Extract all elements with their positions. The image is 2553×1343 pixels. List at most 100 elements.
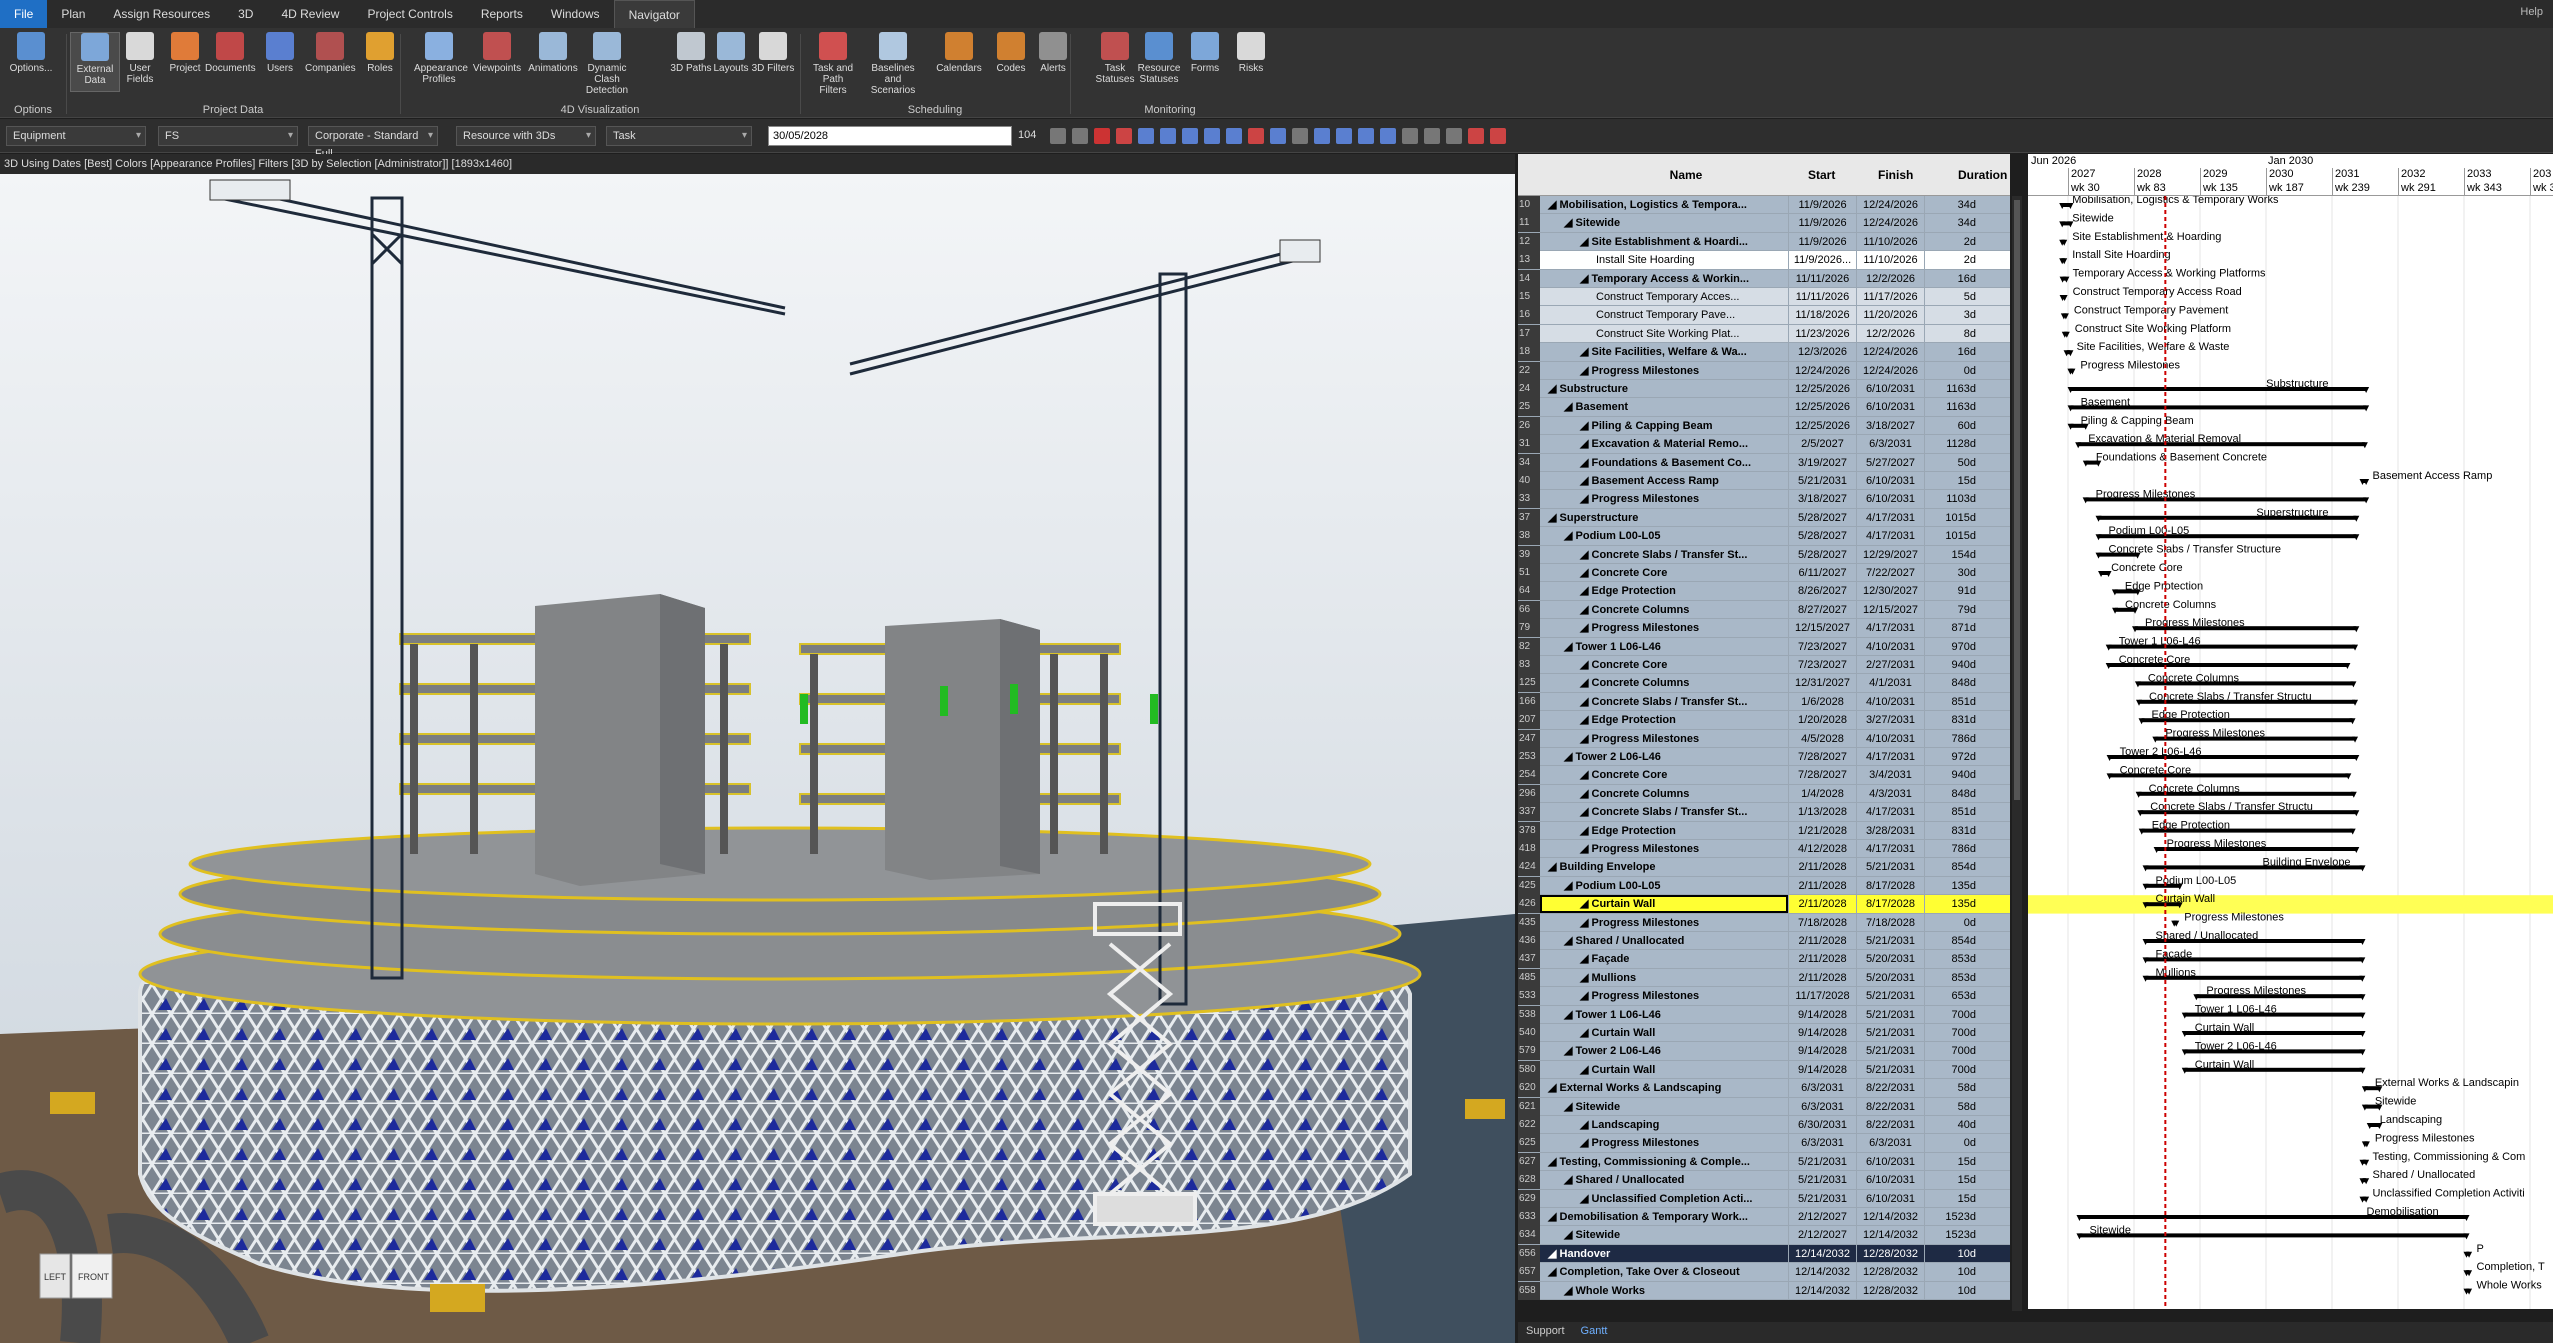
table-row[interactable]: 64 ◢ Edge Protection 8/26/2027 12/30/2027 91… bbox=[1518, 582, 2010, 601]
task-name[interactable]: ◢ Tower 1 L06-L46 bbox=[1540, 1006, 1788, 1024]
task-name[interactable]: ◢ Façade bbox=[1540, 950, 1788, 968]
task-name[interactable]: ◢ Concrete Core bbox=[1540, 564, 1788, 582]
range-icon[interactable] bbox=[1336, 128, 1352, 144]
info-icon[interactable] bbox=[1358, 128, 1374, 144]
task-name[interactable]: ◢ Progress Milestones bbox=[1540, 490, 1788, 508]
task-name[interactable]: ◢ Podium L00-L05 bbox=[1540, 527, 1788, 545]
table-row[interactable]: 25 ◢ Basement 12/25/2026 6/10/2031 1163d bbox=[1518, 398, 2010, 417]
task-name[interactable]: Construct Site Working Plat... bbox=[1540, 325, 1788, 343]
menu-windows[interactable]: Windows bbox=[537, 0, 614, 28]
task-name[interactable]: ◢ Sitewide bbox=[1540, 214, 1788, 232]
table-row[interactable]: 15 Construct Temporary Acces... 11/11/2026… bbox=[1518, 288, 2010, 307]
loop-icon[interactable] bbox=[1270, 128, 1286, 144]
nav-cube-front[interactable]: FRONT bbox=[78, 1272, 109, 1282]
task-name[interactable]: ◢ Shared / Unallocated bbox=[1540, 1171, 1788, 1189]
gantt-chart[interactable]: Mobilisation, Logistics & Temporary Work… bbox=[2028, 196, 2553, 1309]
task-name[interactable]: ◢ Testing, Commissioning & Comple... bbox=[1540, 1153, 1788, 1171]
table-row[interactable]: 634 ◢ Sitewide 2/12/2027 12/14/2032 1523d bbox=[1518, 1226, 2010, 1245]
table-row[interactable]: 24 ◢ Substructure 12/25/2026 6/10/2031 1163d bbox=[1518, 380, 2010, 399]
task-name[interactable]: ◢ Site Facilities, Welfare & Wa... bbox=[1540, 343, 1788, 361]
project-button[interactable]: Project bbox=[160, 32, 210, 92]
table-row[interactable]: 22 ◢ Progress Milestones 12/24/2026 12/24/2… bbox=[1518, 361, 2010, 380]
menu-navigator[interactable]: Navigator bbox=[613, 0, 695, 28]
table-row[interactable]: 540 ◢ Curtain Wall 9/14/2028 5/21/2031 700d bbox=[1518, 1024, 2010, 1043]
table-row[interactable]: 33 ◢ Progress Milestones 3/18/2027 6/10/203… bbox=[1518, 490, 2010, 509]
next-icon[interactable] bbox=[1226, 128, 1242, 144]
user-fields-button[interactable]: User Fields bbox=[115, 32, 165, 92]
table-row[interactable]: 337 ◢ Concrete Slabs / Transfer St... 1/13… bbox=[1518, 803, 2010, 822]
zoom-icon[interactable] bbox=[1446, 128, 1462, 144]
tab-support[interactable]: Support bbox=[1518, 1322, 1573, 1340]
task-name[interactable]: ◢ External Works & Landscaping bbox=[1540, 1079, 1788, 1097]
table-row[interactable]: 207 ◢ Edge Protection 1/20/2028 3/27/2031 83… bbox=[1518, 711, 2010, 730]
task-name[interactable]: ◢ Landscaping bbox=[1540, 1116, 1788, 1134]
task-name[interactable]: ◢ Superstructure bbox=[1540, 509, 1788, 527]
table-row[interactable]: 533 ◢ Progress Milestones 11/17/2028 5/21/2… bbox=[1518, 987, 2010, 1006]
resource-type-combo[interactable]: Equipment bbox=[6, 126, 146, 146]
task-name[interactable]: ◢ Tower 2 L06-L46 bbox=[1540, 748, 1788, 766]
table-row[interactable]: 51 ◢ Concrete Core 6/11/2027 7/22/2027 30d bbox=[1518, 564, 2010, 583]
appearance-profiles-button[interactable]: Appearance Profiles bbox=[414, 32, 468, 92]
task-name[interactable]: ◢ Concrete Slabs / Transfer St... bbox=[1540, 546, 1788, 564]
dynamic-clash-detection-button[interactable]: Dynamic Clash Detection bbox=[582, 32, 632, 96]
table-row[interactable]: 296 ◢ Concrete Columns 1/4/2028 4/3/2031 848… bbox=[1518, 784, 2010, 804]
task-name[interactable]: ◢ Tower 1 L06-L46 bbox=[1540, 638, 1788, 656]
resource-filter-combo[interactable]: Resource with 3Ds bbox=[456, 126, 596, 146]
task-name[interactable]: ◢ Building Envelope bbox=[1540, 858, 1788, 876]
prev-step-icon[interactable] bbox=[1138, 128, 1154, 144]
task-name[interactable]: ◢ Basement Access Ramp bbox=[1540, 472, 1788, 490]
task-name[interactable]: ◢ Whole Works bbox=[1540, 1282, 1788, 1300]
menu-file[interactable]: File bbox=[0, 0, 48, 28]
task-name[interactable]: ◢ Progress Milestones bbox=[1540, 914, 1788, 932]
link-type-combo[interactable]: FS bbox=[158, 126, 298, 146]
help-icon[interactable] bbox=[1380, 128, 1396, 144]
task-name[interactable]: ◢ Curtain Wall bbox=[1540, 895, 1788, 914]
calendar-combo[interactable]: Corporate - Standard Full bbox=[308, 126, 438, 160]
table-row[interactable]: 628 ◢ Shared / Unallocated 5/21/2031 6/10/2… bbox=[1518, 1171, 2010, 1190]
table-row[interactable]: 79 ◢ Progress Milestones 12/15/2027 4/17/20… bbox=[1518, 619, 2010, 638]
table-row[interactable]: 656 ◢ Handover 12/14/2032 12/28/2032 10d bbox=[1518, 1244, 2010, 1264]
table-row[interactable]: 621 ◢ Sitewide 6/3/2031 8/22/2031 58d bbox=[1518, 1097, 2010, 1116]
task-and-path-filters-button[interactable]: Task and Path Filters bbox=[808, 32, 858, 96]
first-icon[interactable] bbox=[1116, 128, 1132, 144]
task-name[interactable]: Construct Temporary Pave... bbox=[1540, 306, 1788, 324]
record-icon[interactable] bbox=[1094, 128, 1110, 144]
task-name[interactable]: ◢ Progress Milestones bbox=[1540, 987, 1788, 1005]
date-input[interactable]: 30/05/2028 bbox=[768, 126, 1012, 146]
animations-button[interactable]: Animations bbox=[528, 32, 578, 92]
task-name[interactable]: ◢ Concrete Core bbox=[1540, 656, 1788, 674]
last-icon[interactable] bbox=[1248, 128, 1264, 144]
external-data-button[interactable]: External Data bbox=[70, 32, 120, 92]
table-row[interactable]: 485 ◢ Mullions 2/11/2028 5/20/2031 853d bbox=[1518, 968, 2010, 988]
col-duration-header[interactable]: Duration bbox=[1958, 168, 2007, 182]
col-finish-header[interactable]: Finish bbox=[1878, 168, 1913, 182]
menu-project-controls[interactable]: Project Controls bbox=[353, 0, 466, 28]
task-name[interactable]: ◢ Progress Milestones bbox=[1540, 840, 1788, 858]
table-row[interactable]: 17 Construct Site Working Plat... 11/23/20… bbox=[1518, 324, 2010, 344]
task-name[interactable]: ◢ Handover bbox=[1540, 1245, 1788, 1263]
table-row[interactable]: 418 ◢ Progress Milestones 4/12/2028 4/17/20… bbox=[1518, 840, 2010, 859]
calendars-button[interactable]: Calendars bbox=[934, 32, 984, 92]
table-row[interactable]: 579 ◢ Tower 2 L06-L46 9/14/2028 5/21/2031 70… bbox=[1518, 1042, 2010, 1061]
task-name[interactable]: ◢ Mullions bbox=[1540, 969, 1788, 987]
task-name[interactable]: ◢ Site Establishment & Hoardi... bbox=[1540, 233, 1788, 251]
task-name[interactable]: ◢ Progress Milestones bbox=[1540, 362, 1788, 380]
task-name[interactable]: ◢ Concrete Columns bbox=[1540, 785, 1788, 803]
table-row[interactable]: 436 ◢ Shared / Unallocated 2/11/2028 5/21/2… bbox=[1518, 932, 2010, 951]
task-name[interactable]: ◢ Tower 2 L06-L46 bbox=[1540, 1042, 1788, 1060]
table-row[interactable]: 37 ◢ Superstructure 5/28/2027 4/17/2031 1015… bbox=[1518, 508, 2010, 528]
table-row[interactable]: 18 ◢ Site Facilities, Welfare & Wa... 12/3… bbox=[1518, 343, 2010, 362]
table-row[interactable]: 82 ◢ Tower 1 L06-L46 7/23/2027 4/10/2031 970… bbox=[1518, 637, 2010, 656]
task-name[interactable]: Construct Temporary Acces... bbox=[1540, 288, 1788, 306]
task-name[interactable]: ◢ Shared / Unallocated bbox=[1540, 932, 1788, 950]
table-row[interactable]: 538 ◢ Tower 1 L06-L46 9/14/2028 5/21/2031 70… bbox=[1518, 1005, 2010, 1024]
task-name[interactable]: ◢ Podium L00-L05 bbox=[1540, 877, 1788, 895]
table-row[interactable]: 253 ◢ Tower 2 L06-L46 7/28/2027 4/17/2031 97… bbox=[1518, 748, 2010, 767]
task-name[interactable]: ◢ Progress Milestones bbox=[1540, 1134, 1788, 1152]
grid-scrollbar[interactable] bbox=[2012, 196, 2022, 1311]
table-row[interactable]: 633 ◢ Demobilisation & Temporary Work... 2… bbox=[1518, 1208, 2010, 1227]
table-row[interactable]: 26 ◢ Piling & Capping Beam 12/25/2026 3/18/… bbox=[1518, 416, 2010, 436]
table-row[interactable]: 625 ◢ Progress Milestones 6/3/2031 6/3/2031… bbox=[1518, 1134, 2010, 1153]
task-name[interactable]: ◢ Sitewide bbox=[1540, 1098, 1788, 1116]
table-row[interactable]: 13 Install Site Hoarding 11/9/2026... 11/10… bbox=[1518, 251, 2010, 270]
